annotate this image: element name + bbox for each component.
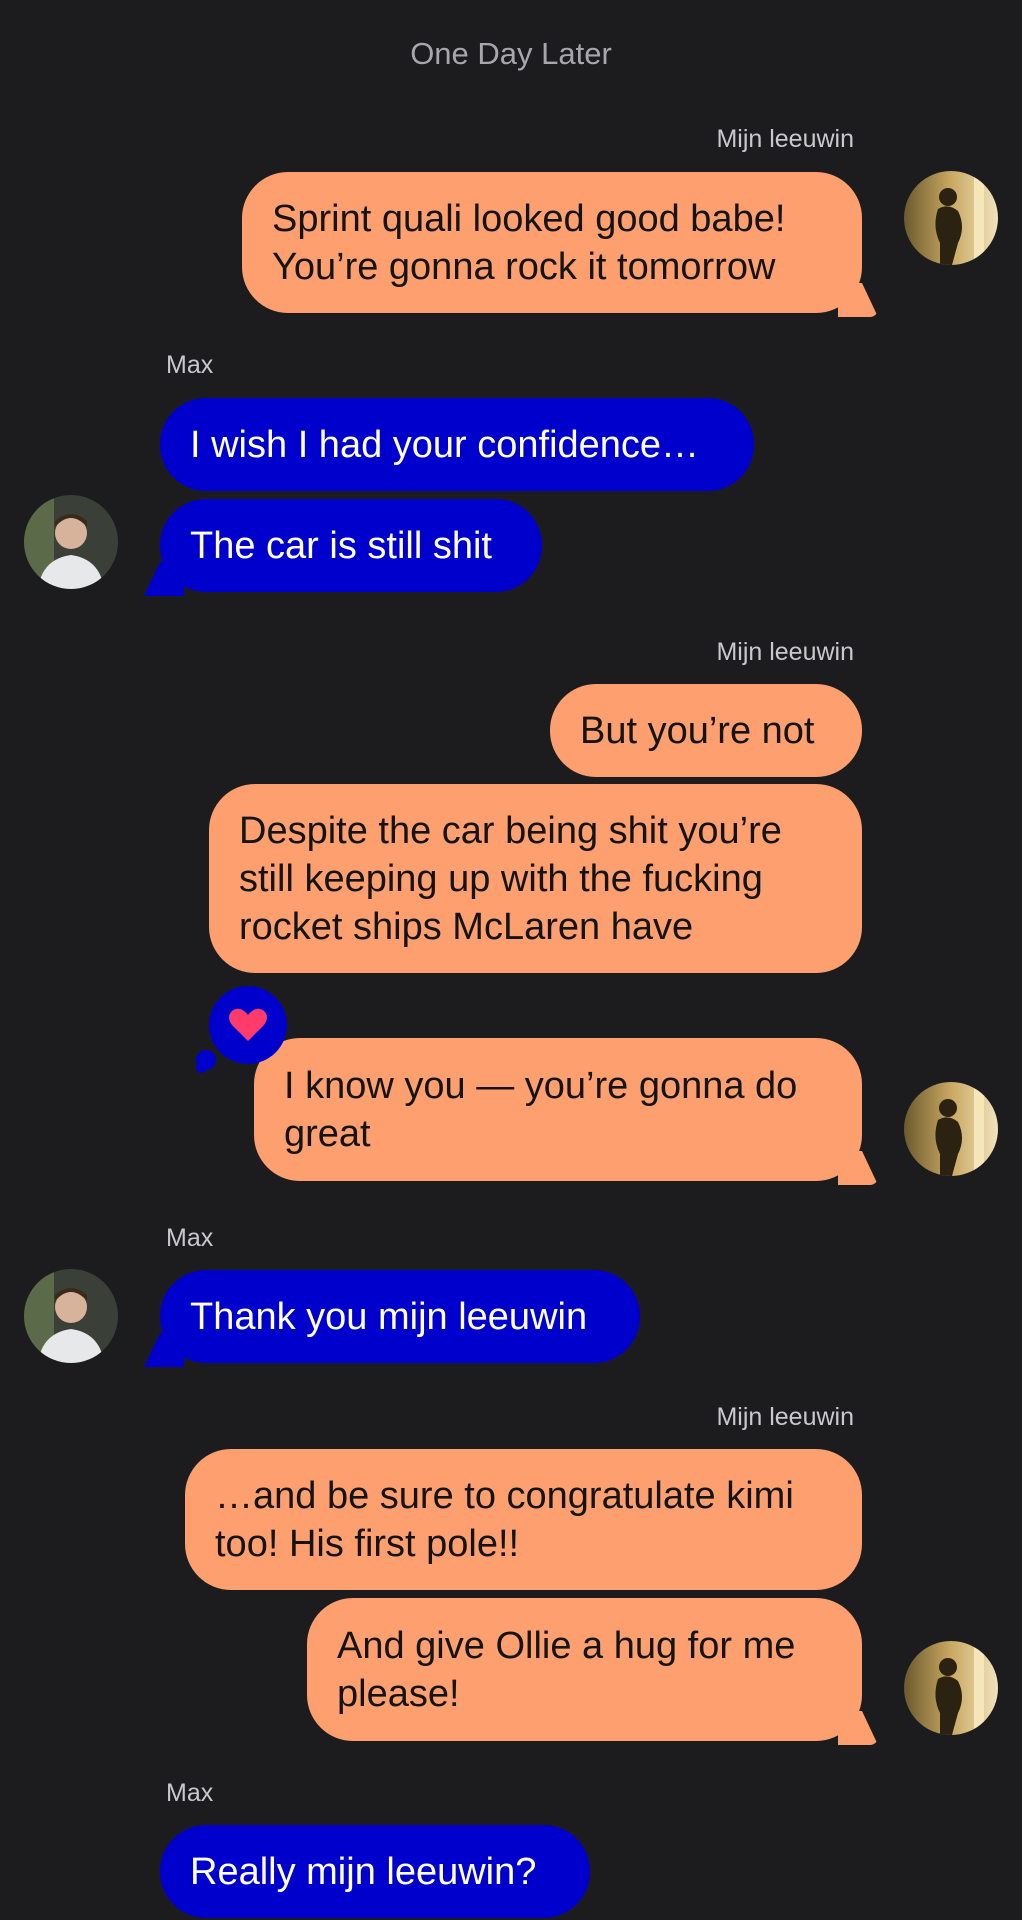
message-bubble-incoming[interactable]: I wish I had your confidence… — [160, 398, 754, 491]
sender-name: Max — [166, 351, 214, 379]
conversation-timestamp: One Day Later — [410, 36, 612, 71]
sender-name: Mijn leeuwin — [716, 1403, 854, 1431]
message-bubble-incoming[interactable]: The car is still shit — [144, 499, 542, 596]
avatar-them[interactable] — [24, 1269, 118, 1363]
person-avatar-icon — [24, 1269, 118, 1363]
bubble-tail — [144, 1333, 184, 1367]
sender-name: Max — [166, 1779, 214, 1807]
silhouette-avatar-icon — [904, 1082, 998, 1176]
message-bubble-incoming[interactable]: Thank you mijn leeuwin — [144, 1270, 640, 1367]
silhouette-avatar-icon — [904, 1641, 998, 1735]
message-text: The car is still shit — [190, 524, 492, 567]
message-text: I wish I had your confidence… — [190, 423, 700, 466]
sender-name: Mijn leeuwin — [716, 638, 854, 666]
silhouette-avatar-icon — [904, 171, 998, 265]
avatar-me[interactable] — [904, 171, 998, 265]
tapback-reaction[interactable] — [209, 986, 287, 1064]
bubble-tail — [838, 1151, 878, 1185]
message-bubble-outgoing[interactable]: But you’re not — [550, 684, 862, 777]
message-text: Despite the car being shit you’re still … — [239, 809, 782, 948]
message-text: But you’re not — [580, 709, 815, 752]
message-bubble-outgoing[interactable]: And give Ollie a hug for me please! — [307, 1598, 878, 1745]
heart-icon — [229, 1008, 267, 1041]
message-bubble-outgoing[interactable]: Despite the car being shit you’re still … — [209, 784, 862, 973]
bubble-tail — [838, 283, 878, 317]
bubble-tail — [838, 1711, 878, 1745]
avatar-them[interactable] — [24, 495, 118, 589]
message-bubble-outgoing[interactable]: I know you — you’re gonna do great — [254, 1038, 878, 1185]
message-bubble-incoming[interactable]: Really mijn leeuwin? — [160, 1825, 590, 1918]
bubble-tail — [144, 562, 184, 596]
message-text: Thank you mijn leeuwin — [190, 1295, 588, 1338]
sender-name: Max — [166, 1224, 214, 1252]
avatar-me[interactable] — [904, 1082, 998, 1176]
avatar-me[interactable] — [904, 1641, 998, 1735]
message-text: Really mijn leeuwin? — [190, 1850, 537, 1893]
sender-name: Mijn leeuwin — [716, 125, 854, 153]
message-text: …and be sure to congratulate kimi too! H… — [215, 1474, 794, 1565]
reaction-bubble-tail — [196, 1062, 207, 1073]
message-bubble-outgoing[interactable]: …and be sure to congratulate kimi too! H… — [185, 1449, 862, 1590]
message-bubble-outgoing[interactable]: Sprint quali looked good babe! You’re go… — [242, 172, 878, 317]
message-text: Sprint quali looked good babe! You’re go… — [272, 197, 786, 288]
message-text: And give Ollie a hug for me please! — [337, 1624, 796, 1715]
message-text: I know you — you’re gonna do great — [284, 1064, 798, 1155]
person-avatar-icon — [24, 495, 118, 589]
